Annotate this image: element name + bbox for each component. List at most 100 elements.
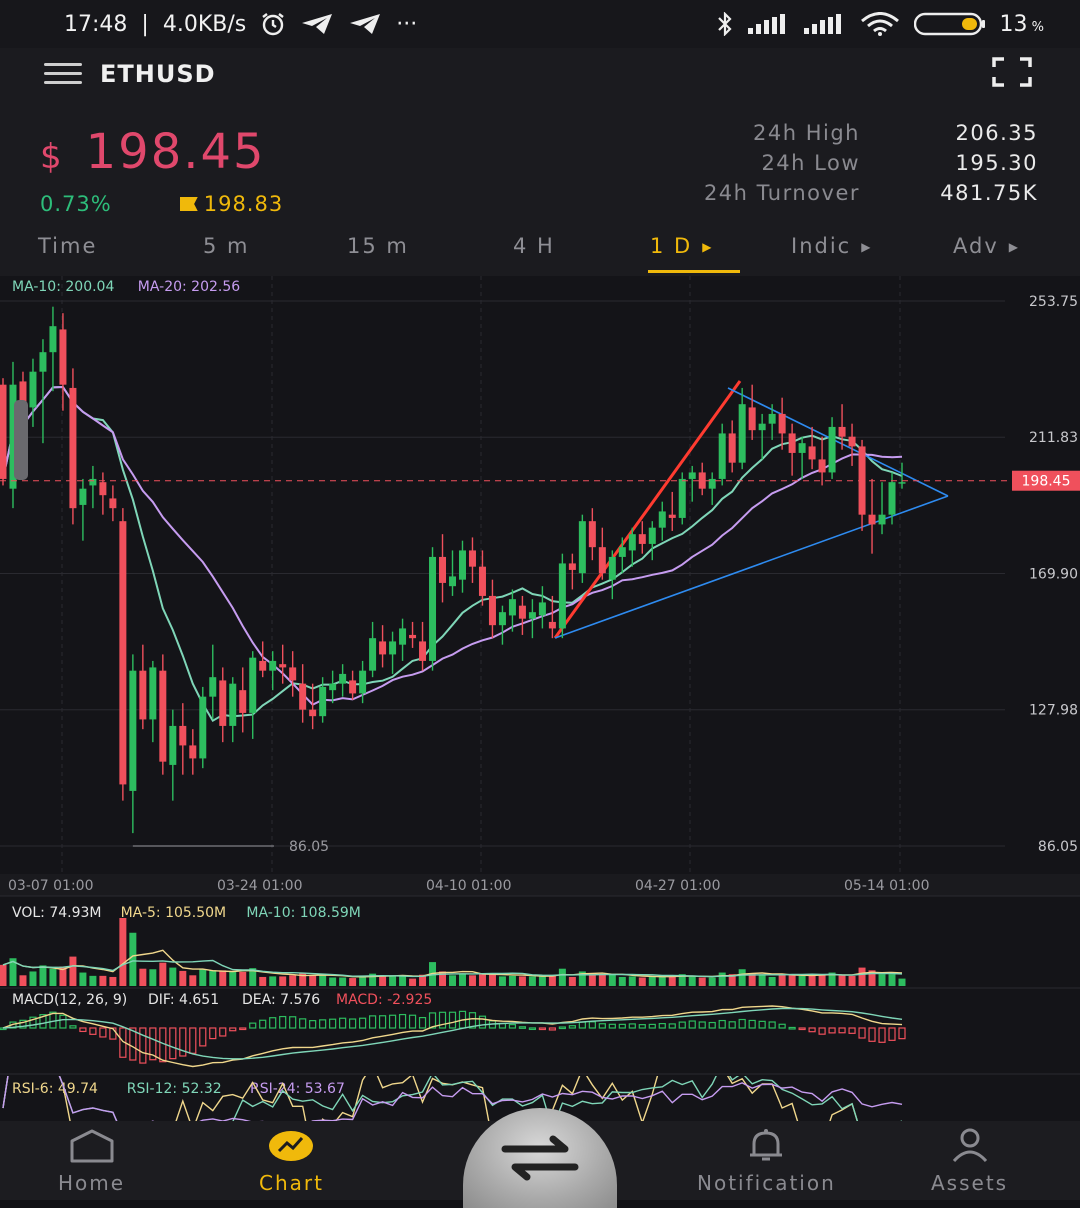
- stat-row: 24h High 206.35: [600, 118, 1038, 148]
- tab-4h[interactable]: 4 H: [513, 234, 555, 258]
- candle-body: [628, 534, 636, 551]
- tab-15m[interactable]: 15 m: [347, 234, 409, 258]
- macd-histogram-bar: [299, 1018, 307, 1029]
- nav-assets[interactable]: Assets: [931, 1127, 1008, 1195]
- volume-bar: [688, 976, 696, 986]
- volume-bar: [698, 977, 706, 986]
- macd-histogram-bar: [129, 1027, 137, 1061]
- rsi-legend: RSI-24: 53.67: [250, 1081, 345, 1097]
- bluetooth-icon: [716, 12, 734, 36]
- candle-body: [159, 670, 167, 762]
- macd-histogram-bar: [798, 1027, 806, 1031]
- volume-bar: [478, 973, 486, 986]
- pair-title[interactable]: ETHUSD: [100, 60, 216, 88]
- candle-body: [389, 641, 397, 655]
- candle-body: [349, 680, 357, 694]
- volume-bar: [818, 974, 826, 986]
- candle-body: [478, 566, 486, 596]
- candle-body: [878, 514, 886, 525]
- tab-5m[interactable]: 5 m: [203, 234, 250, 258]
- candle-body: [359, 670, 367, 694]
- candle-body: [259, 660, 267, 671]
- telegram-icon: [300, 13, 334, 35]
- stat-label: 24h Low: [761, 151, 860, 175]
- min-marker-label: 86.05: [289, 839, 329, 855]
- volume-bar: [279, 976, 287, 986]
- scroll-handle: [14, 400, 28, 480]
- candle-body: [558, 563, 566, 629]
- rsi-legend: RSI-6: 49.74: [12, 1081, 98, 1097]
- candle-body: [59, 329, 67, 385]
- volume-panel: VOL: 74.93M MA-5: 105.50M MA-10: 108.59M: [0, 895, 1080, 986]
- macd-histogram-bar: [888, 1027, 896, 1041]
- volume-bar: [169, 967, 177, 986]
- macd-histogram-bar: [898, 1027, 906, 1040]
- volume-bar: [528, 976, 536, 986]
- y-tick-label: 253.75: [1029, 294, 1078, 310]
- volume-bar: [409, 978, 417, 986]
- nav-chart[interactable]: Chart: [259, 1127, 324, 1195]
- volume-bar: [319, 975, 327, 986]
- macd-histogram-bar: [239, 1027, 247, 1031]
- candle-body: [319, 686, 327, 717]
- volume-bar: [878, 974, 886, 986]
- alarm-icon: [260, 12, 286, 36]
- last-price-tag-label: 198.45: [1022, 474, 1071, 490]
- volume-bar: [788, 974, 796, 986]
- volume-bar: [79, 972, 87, 986]
- tab-1d[interactable]: 1 D ▶: [650, 234, 713, 258]
- tab-indicators[interactable]: Indic ▶: [791, 234, 872, 258]
- candle-body: [189, 745, 197, 759]
- candle-body: [119, 521, 127, 785]
- macd-histogram-bar: [748, 1019, 756, 1029]
- swap-arrows-icon: [501, 1135, 579, 1181]
- chart-area[interactable]: 253.75 211.83 169.90 127.98 86.05 03-07 01:00…: [0, 276, 1080, 1121]
- macd-histogram-bar: [398, 1013, 407, 1029]
- tab-time[interactable]: Time: [38, 234, 97, 258]
- nav-notification[interactable]: Notification: [697, 1127, 836, 1195]
- candle-body: [29, 371, 37, 408]
- candle-body: [848, 436, 856, 447]
- candle-body: [868, 514, 876, 525]
- candle-body: [638, 534, 646, 544]
- active-tab-indicator: [648, 270, 740, 273]
- candle-body: [498, 612, 506, 626]
- candle-body: [149, 667, 157, 720]
- x-tick-label: 04-27 01:00: [635, 878, 720, 894]
- volume-bar: [898, 978, 906, 986]
- caret-right-icon: ▶: [861, 240, 873, 254]
- candlestick-chart[interactable]: 253.75 211.83 169.90 127.98 86.05 03-07 01:00…: [0, 276, 1080, 1121]
- nav-home[interactable]: Home: [58, 1127, 125, 1195]
- tab-advanced-label: Adv: [953, 234, 999, 258]
- fullscreen-icon[interactable]: [992, 57, 1032, 91]
- tab-1d-label: 1 D: [650, 234, 693, 258]
- candle-body: [718, 433, 726, 479]
- rsi-legend: RSI-12: 52.32: [127, 1081, 222, 1097]
- candle-body: [508, 599, 516, 616]
- volume-bar: [598, 974, 606, 986]
- candle-body: [109, 498, 117, 509]
- macd-legend: DEA: 7.576: [242, 992, 320, 1008]
- volume-bar: [548, 975, 556, 986]
- candle-body: [369, 638, 377, 671]
- tab-indicators-label: Indic: [791, 234, 852, 258]
- volume-legend: VOL: 74.93M: [12, 905, 101, 921]
- macd-histogram-bar: [378, 1015, 387, 1029]
- flag-icon: [179, 197, 198, 211]
- candle-body: [788, 433, 796, 453]
- macd-histogram-bar: [448, 1011, 457, 1029]
- macd-histogram-bar: [678, 1021, 686, 1029]
- nav-chart-label: Chart: [259, 1171, 324, 1195]
- candle-body: [568, 563, 576, 570]
- macd-histogram-bar: [289, 1016, 297, 1029]
- stat-value: 481.75K: [940, 181, 1038, 205]
- macd-histogram-bar: [219, 1027, 227, 1037]
- network-speed: 4.0KB/s: [162, 11, 247, 37]
- nav-home-label: Home: [58, 1171, 126, 1195]
- interval-tabs: Time 5 m 15 m 4 H 1 D ▶ Indic ▶ Adv ▶: [0, 222, 1080, 274]
- menu-icon[interactable]: [44, 63, 82, 85]
- tab-advanced[interactable]: Adv ▶: [953, 234, 1020, 258]
- price-block: $ 198.45 0.73% 198.83: [40, 124, 283, 216]
- chart-grid: 253.75 211.83 169.90 127.98 86.05 03-07 01:00…: [0, 276, 1080, 896]
- candle-body: [898, 482, 906, 484]
